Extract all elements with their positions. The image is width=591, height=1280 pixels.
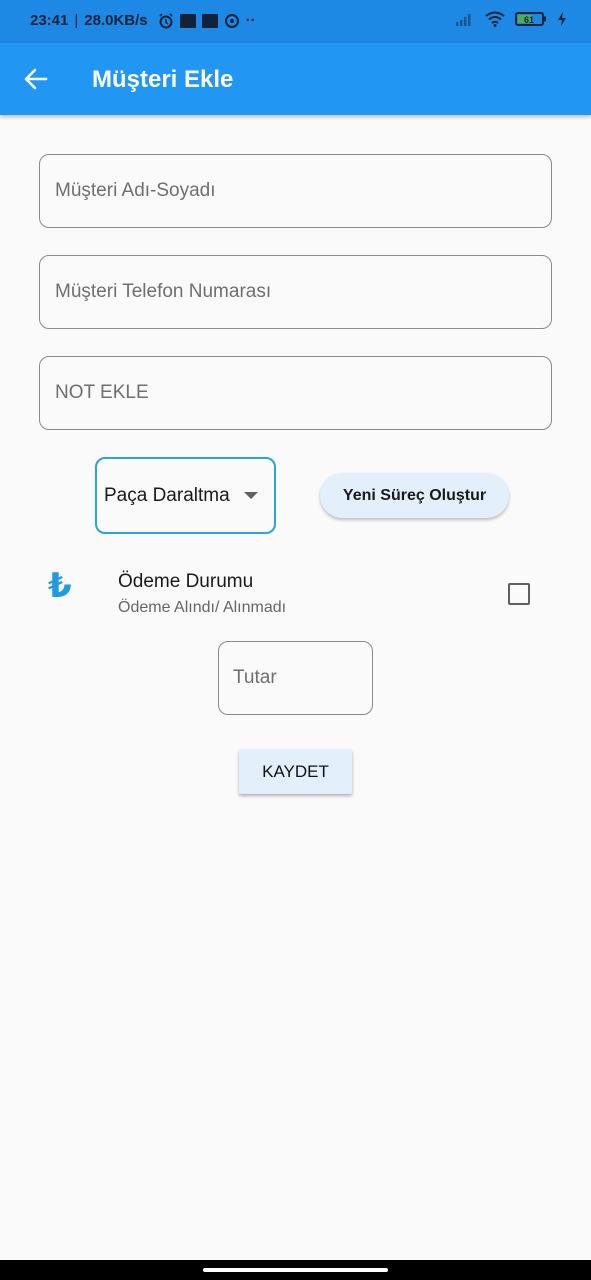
- process-dropdown[interactable]: Paça Daraltma: [95, 457, 276, 534]
- signal-icon: [456, 14, 471, 26]
- new-process-button[interactable]: Yeni Süreç Oluştur: [320, 473, 509, 518]
- customer-name-input[interactable]: [40, 155, 551, 227]
- page-title: Müşteri Ekle: [92, 66, 234, 93]
- note-field[interactable]: [39, 356, 552, 430]
- customer-phone-input[interactable]: [40, 256, 551, 328]
- arrow-left-icon[interactable]: [22, 65, 50, 93]
- notification-icon: [179, 13, 196, 28]
- wifi-icon: [485, 11, 505, 27]
- caret-down-icon: [243, 492, 258, 499]
- alarm-icon: [159, 12, 173, 28]
- status-right: 61: [455, 11, 567, 27]
- network-speed: 28.0KB/s: [84, 12, 148, 29]
- sync-icon: [224, 13, 239, 28]
- turkish-lira-icon: ₺: [48, 567, 72, 605]
- payment-checkbox[interactable]: [508, 583, 530, 605]
- status-left: 23:41 | 28.0KB/s ··: [30, 12, 256, 29]
- save-button[interactable]: KAYDET: [239, 749, 352, 794]
- status-time: 23:41: [30, 12, 69, 29]
- charging-icon: [558, 12, 566, 26]
- note-input[interactable]: [40, 357, 551, 429]
- amount-field[interactable]: [218, 641, 373, 715]
- notification-icon: [201, 13, 218, 28]
- amount-input[interactable]: [219, 642, 372, 714]
- navigation-bar: [0, 1260, 591, 1280]
- payment-status-subtitle: Ödeme Alındı/ Alınmadı: [118, 599, 287, 616]
- customer-name-field[interactable]: [39, 154, 552, 228]
- app-bar: Müşteri Ekle: [0, 43, 591, 115]
- battery-level: 61: [524, 15, 534, 25]
- payment-status-title: Ödeme Durumu: [118, 571, 254, 592]
- process-dropdown-value: Paça Daraltma: [104, 484, 230, 506]
- more-indicator: ··: [245, 12, 256, 29]
- battery-icon: 61: [515, 12, 546, 26]
- home-indicator[interactable]: [203, 1268, 388, 1272]
- status-bar: 23:41 | 28.0KB/s ·· 61: [0, 0, 591, 43]
- customer-phone-field[interactable]: [39, 255, 552, 329]
